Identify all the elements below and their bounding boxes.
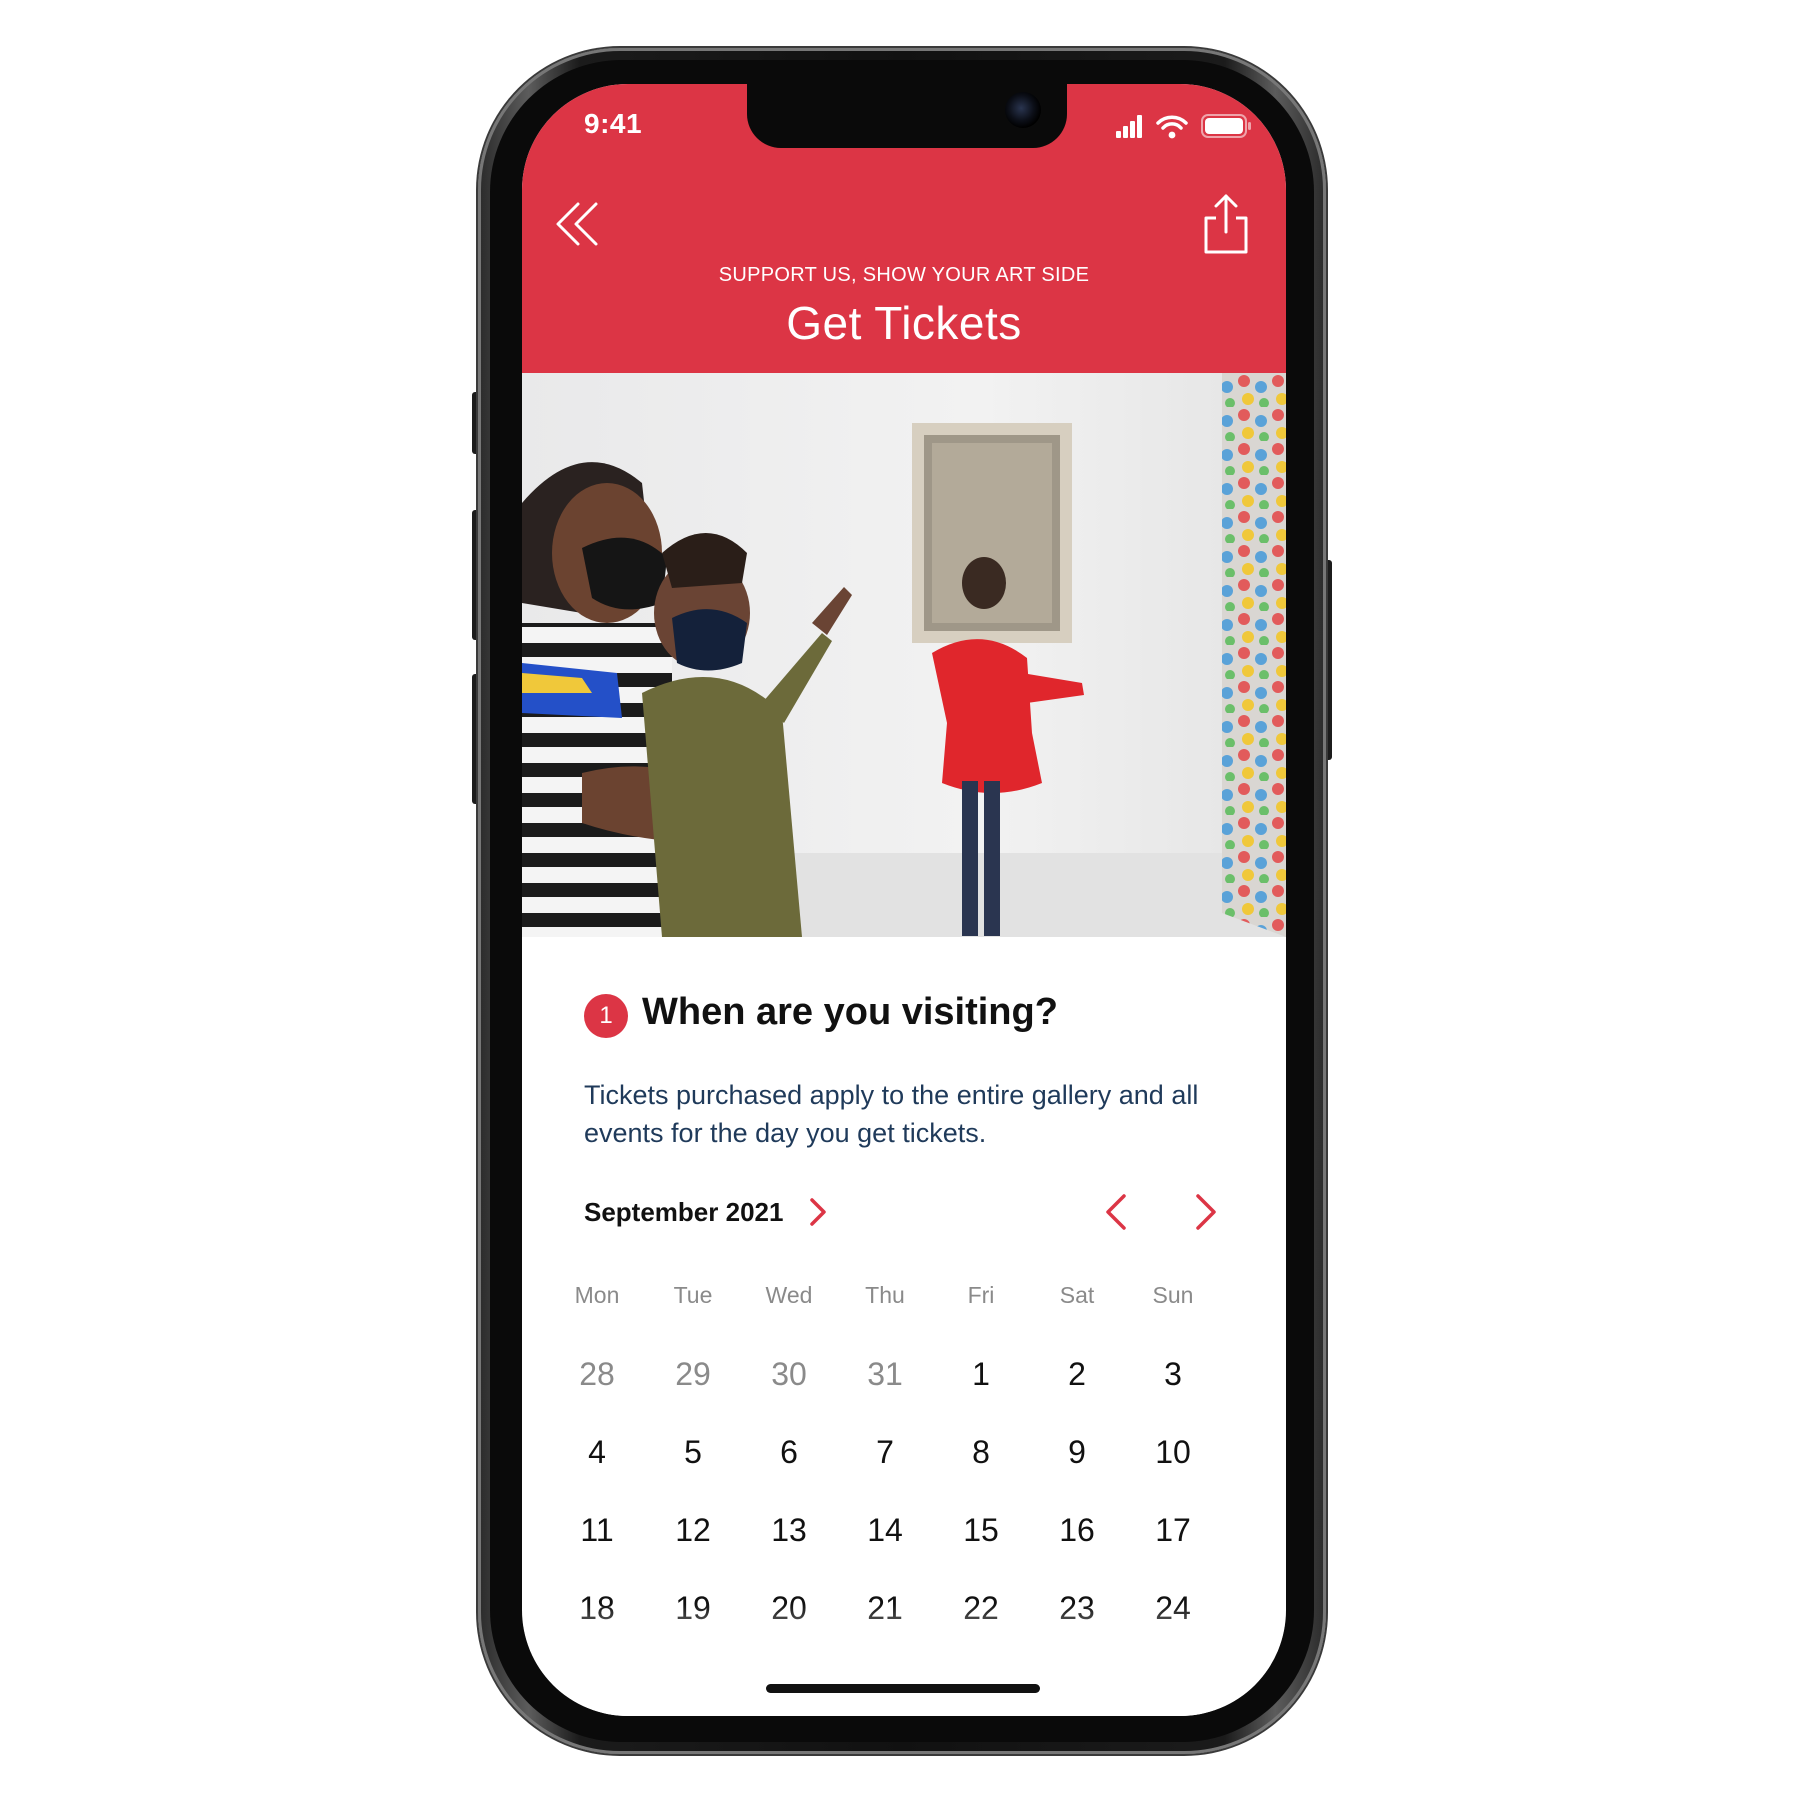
weekday-label: Sun [1152, 1282, 1194, 1308]
status-icons [1116, 114, 1251, 139]
header-subtitle: SUPPORT US, SHOW YOUR ART SIDE [718, 264, 1090, 286]
month-label[interactable]: September 2021 [584, 1197, 844, 1228]
calendar-day[interactable]: 28 [552, 1344, 642, 1404]
calendar-day[interactable]: 3 [1128, 1344, 1218, 1404]
calendar-day[interactable]: 31 [840, 1344, 930, 1404]
weekday-label: Tue [673, 1282, 713, 1308]
page-title: Get Tickets [786, 297, 1022, 349]
calendar-day[interactable]: 10 [1128, 1422, 1218, 1482]
calendar-day[interactable]: 11 [552, 1500, 642, 1560]
calendar-day[interactable]: 29 [648, 1344, 738, 1404]
status-time: 9:41 [584, 108, 643, 139]
weekday-label: Sat [1059, 1282, 1095, 1308]
chevron-right-icon[interactable] [806, 1194, 830, 1230]
home-indicator [766, 1684, 1040, 1693]
share-icon[interactable] [1198, 192, 1254, 256]
front-camera [1005, 92, 1041, 128]
calendar-day[interactable]: 30 [744, 1344, 834, 1404]
battery-icon [1201, 114, 1251, 138]
step-number-badge: 1 [584, 994, 628, 1038]
chevron-left-icon[interactable] [1096, 1190, 1136, 1234]
weekday-header: Mon Tue Wed Thu Fri Sat Sun [552, 1282, 1218, 1322]
calendar-day[interactable]: 15 [936, 1500, 1026, 1560]
calendar-day[interactable]: 4 [552, 1422, 642, 1482]
weekday-label: Wed [765, 1282, 813, 1308]
calendar-day[interactable]: 9 [1032, 1422, 1122, 1482]
calendar-day[interactable]: 14 [840, 1500, 930, 1560]
calendar-day[interactable]: 5 [648, 1422, 738, 1482]
weekday-label: Mon [574, 1282, 620, 1308]
calendar-day[interactable]: 2 [1032, 1344, 1122, 1404]
screen-bottom-fade [522, 1604, 1286, 1716]
calendar-day[interactable]: 7 [840, 1422, 930, 1482]
step-description: Tickets purchased apply to the entire ga… [584, 1080, 1199, 1148]
wifi-icon [1156, 115, 1188, 139]
calendar-day[interactable]: 8 [936, 1422, 1026, 1482]
weekday-label: Thu [865, 1282, 905, 1308]
calendar-day[interactable]: 1 [936, 1344, 1026, 1404]
calendar-day[interactable]: 6 [744, 1422, 834, 1482]
cellular-signal-icon [1116, 115, 1142, 138]
notch [747, 84, 1067, 148]
hero-image [522, 373, 1286, 937]
weekday-label: Fri [967, 1282, 995, 1308]
header: 9:41 SUPPORT US, SHOW YOUR ART SIDE Get … [522, 84, 1286, 373]
calendar-day[interactable]: 13 [744, 1500, 834, 1560]
calendar-day[interactable]: 17 [1128, 1500, 1218, 1560]
double-chevron-left-icon[interactable] [552, 196, 608, 252]
calendar-day[interactable]: 12 [648, 1500, 738, 1560]
phone-screen: 9:41 SUPPORT US, SHOW YOUR ART SIDE Get … [522, 84, 1286, 1716]
step-title: When are you visiting? [642, 991, 1058, 1033]
calendar-day[interactable]: 16 [1032, 1500, 1122, 1560]
chevron-right-icon[interactable] [1186, 1190, 1226, 1234]
